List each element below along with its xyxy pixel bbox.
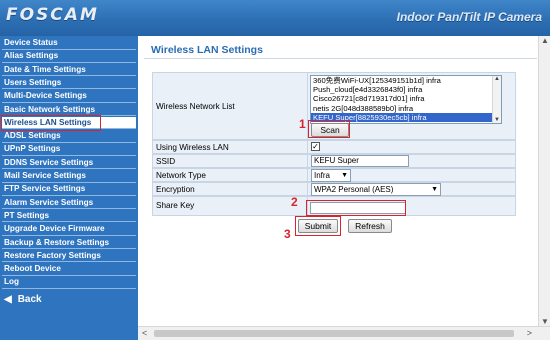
- chevron-down-icon: ▼: [341, 172, 348, 179]
- highlight-share-key: [306, 200, 406, 216]
- sidebar: Device Status Alias Settings Date & Time…: [0, 36, 138, 340]
- sidebar-item-upgrade-device-firmware[interactable]: Upgrade Device Firmware: [2, 223, 136, 236]
- encryption-value: WPA2 Personal (AES): [314, 185, 394, 194]
- sidebar-item-log[interactable]: Log: [2, 276, 136, 289]
- sidebar-item-reboot-device[interactable]: Reboot Device: [2, 263, 136, 276]
- back-label: Back: [17, 293, 42, 305]
- highlight-submit: [295, 216, 341, 236]
- sidebar-item-users-settings[interactable]: Users Settings: [2, 76, 136, 90]
- share-key-label: Share Key: [156, 201, 195, 210]
- ssid-input[interactable]: KEFU Super: [311, 155, 409, 167]
- annotation-step-3: 3: [284, 227, 291, 241]
- scroll-down-icon[interactable]: ▼: [541, 317, 549, 326]
- sidebar-item-ddns-service-settings[interactable]: DDNS Service Settings: [2, 156, 136, 170]
- network-list[interactable]: 360免费WiFi-UX[125349151b1d] infra Push_cl…: [310, 75, 502, 124]
- sidebar-item-upnp-settings[interactable]: UPnP Settings: [2, 143, 136, 156]
- ssid-label: SSID: [156, 157, 176, 166]
- sidebar-item-adsl-settings[interactable]: ADSL Settings: [2, 130, 136, 143]
- sidebar-item-device-status[interactable]: Device Status: [2, 37, 136, 50]
- network-item[interactable]: Cisco26721[c8d719317d01] infra: [311, 94, 501, 103]
- sidebar-item-alarm-service-settings[interactable]: Alarm Service Settings: [2, 196, 136, 210]
- highlight-scan: [308, 120, 350, 138]
- scroll-right-icon[interactable]: >: [527, 328, 532, 338]
- arrow-left-icon: ◀: [4, 293, 12, 305]
- scroll-down-icon[interactable]: ▼: [494, 117, 500, 123]
- network-type-select[interactable]: Infra ▼: [311, 169, 351, 182]
- network-type-value: Infra: [314, 171, 331, 180]
- sidebar-item-restore-factory-settings[interactable]: Restore Factory Settings: [2, 249, 136, 263]
- foscam-logo: FOSCAM: [6, 5, 99, 25]
- annotation-step-1: 1: [299, 117, 306, 131]
- page-title: Wireless LAN Settings: [151, 44, 263, 56]
- header-bar: FOSCAM Indoor Pan/Tilt IP Camera: [0, 0, 550, 36]
- chevron-down-icon: ▼: [431, 186, 438, 193]
- sidebar-item-pt-settings[interactable]: PT Settings: [2, 209, 136, 223]
- encryption-label: Encryption: [156, 185, 195, 194]
- scrollbar-thumb[interactable]: [154, 330, 514, 337]
- network-item[interactable]: netis 2G[048d388589b0] infra: [311, 104, 501, 113]
- sidebar-item-date-time-settings[interactable]: Date & Time Settings: [2, 63, 136, 77]
- network-item[interactable]: 360免费WiFi-UX[125349151b1d] infra: [311, 76, 501, 85]
- network-type-label: Network Type: [156, 171, 206, 180]
- sidebar-item-backup-restore-settings[interactable]: Backup & Restore Settings: [2, 236, 136, 250]
- using-wireless-checkbox[interactable]: ✓: [311, 142, 320, 151]
- title-divider: [144, 58, 537, 59]
- cell-divider: [307, 169, 308, 181]
- scroll-up-icon[interactable]: ▲: [494, 76, 500, 82]
- sidebar-item-mail-service-settings[interactable]: Mail Service Settings: [2, 170, 136, 183]
- highlight-wireless-menu: [1, 115, 101, 131]
- horizontal-scrollbar[interactable]: < >: [138, 326, 550, 340]
- scroll-left-icon[interactable]: <: [142, 328, 147, 338]
- scroll-up-icon[interactable]: ▲: [541, 36, 549, 45]
- back-button[interactable]: ◀ Back: [4, 292, 42, 306]
- network-list-scrollbar[interactable]: ▲ ▼: [492, 76, 501, 123]
- sidebar-item-ftp-service-settings[interactable]: FTP Service Settings: [2, 183, 136, 196]
- network-list-label: Wireless Network List: [156, 102, 235, 111]
- network-item[interactable]: Push_cloud[e4d3326843f0] infra: [311, 85, 501, 94]
- main-panel: Wireless LAN Settings Wireless Network L…: [140, 36, 537, 326]
- encryption-select[interactable]: WPA2 Personal (AES) ▼: [311, 183, 441, 196]
- vertical-scrollbar[interactable]: ▲ ▼: [538, 36, 550, 326]
- refresh-button[interactable]: Refresh: [348, 219, 392, 233]
- using-wireless-label: Using Wireless LAN: [156, 143, 229, 152]
- cell-divider: [307, 141, 308, 153]
- annotation-step-2: 2: [291, 195, 298, 209]
- using-wireless-row: Using Wireless LAN: [152, 140, 516, 154]
- cell-divider: [307, 183, 308, 195]
- sidebar-item-multi-device-settings[interactable]: Multi-Device Settings: [2, 90, 136, 103]
- cell-divider: [307, 155, 308, 167]
- product-title: Indoor Pan/Tilt IP Camera: [396, 10, 542, 24]
- sidebar-item-alias-settings[interactable]: Alias Settings: [2, 50, 136, 63]
